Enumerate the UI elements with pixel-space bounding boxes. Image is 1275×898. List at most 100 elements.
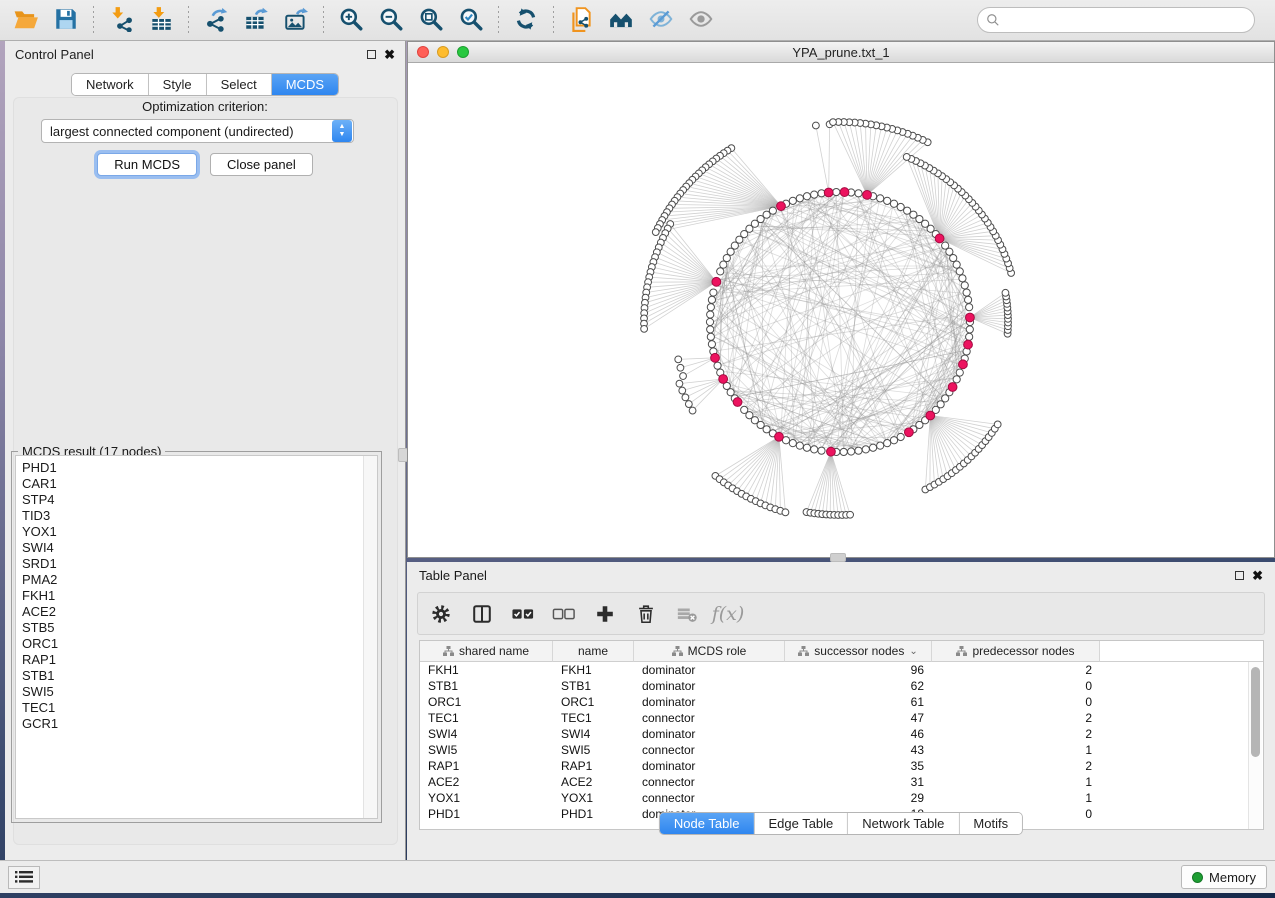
close-panel-button[interactable]: Close panel xyxy=(210,153,313,176)
mcds-result-list[interactable]: PHD1CAR1STP4TID3YOX1SWI4SRD1PMA2FKH1ACE2… xyxy=(16,456,363,818)
tab-style[interactable]: Style xyxy=(149,74,207,95)
mcds-result-item[interactable]: SRD1 xyxy=(22,556,363,572)
import-network-icon xyxy=(108,6,134,35)
tab-select[interactable]: Select xyxy=(207,74,272,95)
function-builder-button[interactable]: f(x) xyxy=(715,601,741,627)
mcds-result-item[interactable]: PMA2 xyxy=(22,572,363,588)
table-cell: connector xyxy=(634,743,785,757)
float-table-panel-icon[interactable] xyxy=(1235,571,1244,580)
mcds-result-item[interactable]: PHD1 xyxy=(22,460,363,476)
table-cell: 47 xyxy=(785,711,932,725)
open-session-button[interactable] xyxy=(6,4,46,36)
select-stepper-icon: ▲▼ xyxy=(332,120,352,142)
column-header-successor-nodes[interactable]: successor nodes ⌄ xyxy=(785,641,932,662)
network-graph[interactable] xyxy=(408,63,1274,557)
zoom-in-button[interactable] xyxy=(331,4,371,36)
delete-table-button[interactable] xyxy=(674,601,700,627)
add-column-button[interactable] xyxy=(592,601,618,627)
horizontal-splitter-grip[interactable] xyxy=(830,553,846,562)
column-header-mcds-role[interactable]: MCDS role xyxy=(634,641,785,662)
close-table-panel-icon[interactable]: ✖ xyxy=(1252,569,1263,582)
table-cell: 0 xyxy=(932,679,1100,693)
tab-network-table[interactable]: Network Table xyxy=(848,813,959,834)
table-cell: SWI4 xyxy=(553,727,634,741)
export-table-button[interactable] xyxy=(236,4,276,36)
mcds-result-item[interactable]: TID3 xyxy=(22,508,363,524)
mcds-result-item[interactable]: ACE2 xyxy=(22,604,363,620)
table-row[interactable]: TEC1TEC1connector472 xyxy=(420,710,1263,726)
run-mcds-button[interactable]: Run MCDS xyxy=(97,153,197,176)
import-network-button[interactable] xyxy=(101,4,141,36)
tab-mcds[interactable]: MCDS xyxy=(272,74,338,95)
tab-node-table[interactable]: Node Table xyxy=(660,813,755,834)
mcds-result-item[interactable]: GCR1 xyxy=(22,716,363,732)
select-all-button[interactable] xyxy=(510,601,536,627)
delete-column-button[interactable] xyxy=(633,601,659,627)
mcds-result-item[interactable]: FKH1 xyxy=(22,588,363,604)
table-row[interactable]: FKH1FKH1dominator962 xyxy=(420,662,1263,678)
table-row[interactable]: YOX1YOX1connector291 xyxy=(420,790,1263,806)
table-row[interactable]: SWI4SWI4dominator462 xyxy=(420,726,1263,742)
deselect-all-button[interactable] xyxy=(551,601,577,627)
hide-selected-button[interactable] xyxy=(641,4,681,36)
mcds-result-item[interactable]: ORC1 xyxy=(22,636,363,652)
eye-slash-icon xyxy=(648,6,674,35)
mcds-result-item[interactable]: YOX1 xyxy=(22,524,363,540)
table-cell: YOX1 xyxy=(420,791,553,805)
mcds-result-item[interactable]: SWI4 xyxy=(22,540,363,556)
mcds-result-item[interactable]: CAR1 xyxy=(22,476,363,492)
show-all-button[interactable] xyxy=(681,4,721,36)
tab-network[interactable]: Network xyxy=(72,74,149,95)
table-row[interactable]: RAP1RAP1dominator352 xyxy=(420,758,1263,774)
table-tabs: Node Table Edge Table Network Table Moti… xyxy=(659,812,1023,835)
control-panel-tabs: Network Style Select MCDS xyxy=(71,73,339,96)
export-table-icon xyxy=(243,6,269,35)
mcds-list-scrollbar[interactable] xyxy=(363,456,377,818)
column-header-predecessor-nodes[interactable]: predecessor nodes xyxy=(932,641,1100,662)
mcds-result-item[interactable]: STB5 xyxy=(22,620,363,636)
table-cell: SWI5 xyxy=(553,743,634,757)
table-row[interactable]: ACE2ACE2connector311 xyxy=(420,774,1263,790)
table-row[interactable]: ORC1ORC1dominator610 xyxy=(420,694,1263,710)
hierarchy-icon xyxy=(956,646,967,656)
criterion-select[interactable]: largest connected component (undirected)… xyxy=(41,119,354,143)
column-header-shared-name[interactable]: shared name xyxy=(420,641,553,662)
mcds-result-item[interactable]: STP4 xyxy=(22,492,363,508)
mcds-result-item[interactable]: STB1 xyxy=(22,668,363,684)
table-cell: connector xyxy=(634,711,785,725)
column-header-name[interactable]: name xyxy=(553,641,634,662)
export-image-button[interactable] xyxy=(276,4,316,36)
zoom-out-button[interactable] xyxy=(371,4,411,36)
memory-status-icon xyxy=(1192,872,1203,883)
zoom-selected-button[interactable] xyxy=(451,4,491,36)
memory-button[interactable]: Memory xyxy=(1181,865,1267,889)
table-row[interactable]: STB1STB1dominator620 xyxy=(420,678,1263,694)
show-columns-button[interactable] xyxy=(469,601,495,627)
mcds-result-group: MCDS result (17 nodes) PHD1CAR1STP4TID3Y… xyxy=(11,451,382,823)
save-session-button[interactable] xyxy=(46,4,86,36)
export-network-button[interactable] xyxy=(196,4,236,36)
float-panel-icon[interactable] xyxy=(367,50,376,59)
table-settings-button[interactable] xyxy=(428,601,454,627)
network-from-selection-button[interactable] xyxy=(561,4,601,36)
tab-edge-table[interactable]: Edge Table xyxy=(754,813,848,834)
search-input[interactable] xyxy=(977,7,1255,33)
table-scrollbar[interactable] xyxy=(1248,662,1262,829)
apply-layout-button[interactable] xyxy=(506,4,546,36)
zoom-fit-button[interactable] xyxy=(411,4,451,36)
mcds-result-item[interactable]: TEC1 xyxy=(22,700,363,716)
table-cell: 61 xyxy=(785,695,932,709)
mcds-result-item[interactable]: SWI5 xyxy=(22,684,363,700)
tab-motifs[interactable]: Motifs xyxy=(959,813,1022,834)
close-panel-icon[interactable]: ✖ xyxy=(384,48,395,61)
table-cell: PHD1 xyxy=(420,807,553,821)
network-window-titlebar[interactable]: YPA_prune.txt_1 xyxy=(408,42,1274,63)
table-row[interactable]: SWI5SWI5connector431 xyxy=(420,742,1263,758)
mcds-result-item[interactable]: RAP1 xyxy=(22,652,363,668)
first-neighbors-button[interactable] xyxy=(601,4,641,36)
table-scrollbar-thumb[interactable] xyxy=(1251,667,1260,757)
table-cell: 43 xyxy=(785,743,932,757)
task-history-button[interactable] xyxy=(8,866,40,889)
network-view-window: YPA_prune.txt_1 xyxy=(407,41,1275,558)
import-table-button[interactable] xyxy=(141,4,181,36)
